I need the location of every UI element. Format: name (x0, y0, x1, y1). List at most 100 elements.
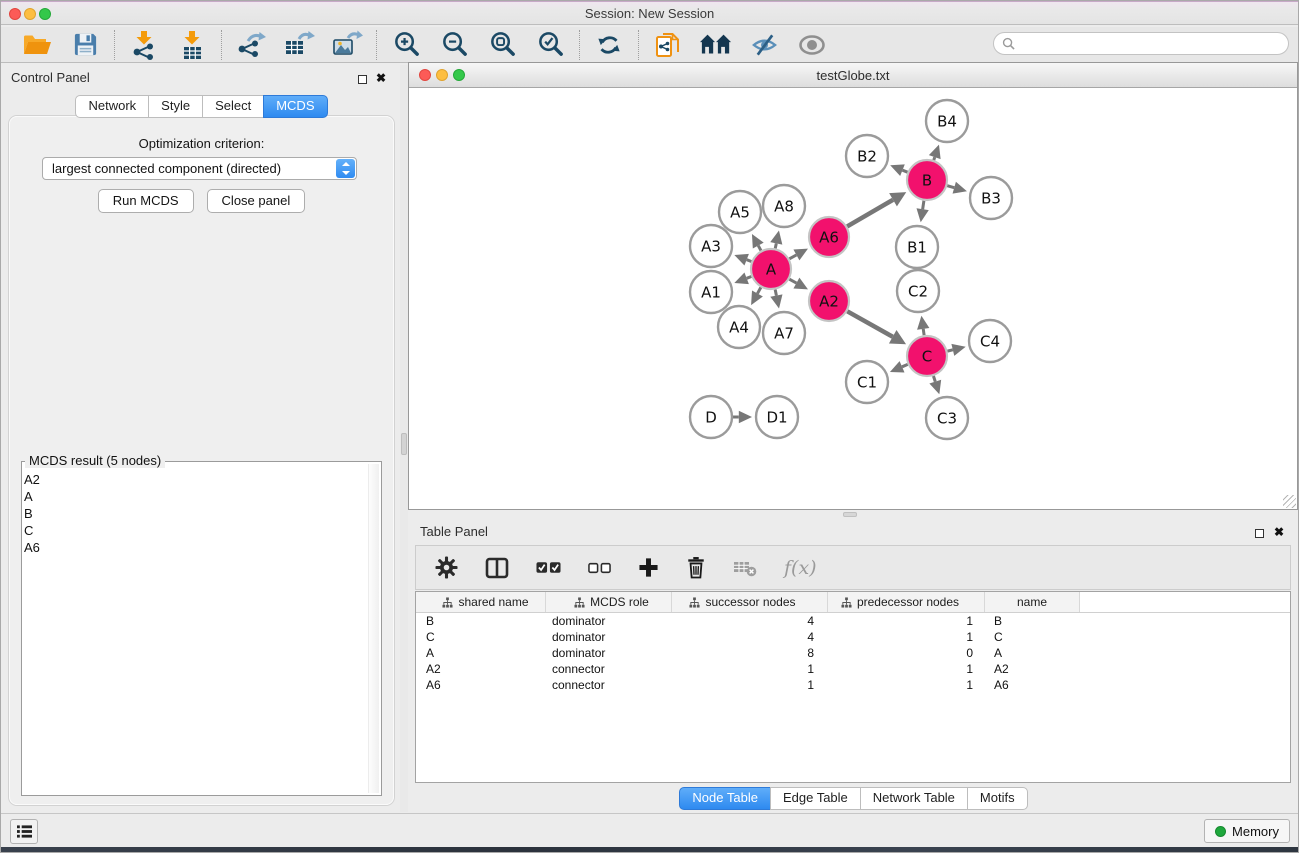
column-header-name[interactable]: name (985, 592, 1080, 612)
graph-node-label: A1 (701, 284, 721, 302)
graph-node-label: B (922, 172, 932, 190)
graph-edge-A2-C[interactable] (847, 311, 892, 336)
table-row[interactable]: B dominator 4 1 B (416, 613, 1290, 629)
search-input[interactable] (1020, 35, 1288, 53)
graph-edge-B-B2[interactable] (902, 170, 907, 172)
graph-edge-A-A1[interactable] (747, 277, 752, 279)
graph-edge-arrowhead (739, 411, 752, 423)
result-item[interactable]: A2 (24, 471, 367, 488)
tab-node-table[interactable]: Node Table (679, 787, 771, 810)
graph-edge-A-A2[interactable] (789, 279, 796, 283)
graph-node-label: A8 (774, 198, 794, 216)
table-row[interactable]: A6 connector 1 1 A6 (416, 677, 1290, 693)
result-item[interactable]: A (24, 488, 367, 505)
graph-node-label: D1 (766, 409, 787, 427)
hide-graphics-details-icon[interactable] (748, 29, 780, 61)
panel-split-divider[interactable] (400, 65, 408, 812)
table-panel-tabs: Node Table Edge Table Network Table Moti… (408, 787, 1299, 810)
function-builder-icon[interactable]: f(x) (784, 557, 817, 579)
refresh-icon[interactable] (593, 29, 625, 61)
graph-edge-C-C3[interactable] (933, 376, 935, 382)
global-search-field[interactable] (993, 32, 1289, 55)
result-item[interactable]: B (24, 505, 367, 522)
table-row[interactable]: A2 connector 1 1 A2 (416, 661, 1290, 677)
task-history-button[interactable] (10, 819, 38, 844)
search-icon (1002, 37, 1015, 50)
close-table-panel-icon[interactable]: ✖ (1274, 527, 1284, 538)
save-icon[interactable] (69, 29, 101, 61)
result-item[interactable]: A6 (24, 539, 367, 556)
tab-edge-table[interactable]: Edge Table (770, 787, 861, 810)
graph-edge-arrowhead (951, 344, 965, 356)
eye-icon[interactable] (796, 29, 828, 61)
delete-table-icon[interactable] (733, 559, 757, 577)
open-folder-icon[interactable] (21, 29, 53, 61)
graph-edge-arrowhead (770, 230, 782, 244)
graph-edge-arrowhead (929, 380, 941, 394)
result-scrollbar[interactable] (368, 464, 379, 793)
graph-node-label: A6 (819, 229, 839, 247)
tab-select[interactable]: Select (202, 95, 264, 118)
attribute-tree-icon (574, 597, 585, 608)
graph-edge-C-C4[interactable] (947, 350, 952, 351)
column-header-mcds-role[interactable]: MCDS role (546, 592, 672, 612)
export-network-icon[interactable] (235, 29, 267, 61)
graph-edge-A-A8[interactable] (775, 243, 776, 248)
import-network-icon[interactable] (128, 29, 160, 61)
status-bar: Memory (0, 813, 1299, 847)
tab-motifs[interactable]: Motifs (967, 787, 1028, 810)
graph-edge-A-A3[interactable] (747, 260, 752, 262)
float-panel-icon[interactable] (358, 71, 367, 89)
column-header-shared-name[interactable]: shared name (416, 592, 546, 612)
tab-network[interactable]: Network (75, 95, 149, 118)
graph-edge-arrowhead (929, 145, 941, 159)
column-header-successor-nodes[interactable]: successor nodes (672, 592, 828, 612)
show-column-panel-icon[interactable] (485, 557, 509, 579)
tab-style[interactable]: Style (148, 95, 203, 118)
column-header-predecessor-nodes[interactable]: predecessor nodes (828, 592, 985, 612)
graph-edge-A-A6[interactable] (789, 255, 796, 259)
mcds-result-list[interactable]: A2 A B C A6 (24, 465, 367, 793)
graph-edge-A6-B[interactable] (847, 200, 893, 227)
export-image-icon[interactable] (331, 29, 363, 61)
horizontal-split-handle[interactable] (843, 512, 857, 517)
table-row[interactable]: C dominator 4 1 C (416, 629, 1290, 645)
zoom-fit-icon[interactable] (486, 29, 518, 61)
graph-node-label: A2 (819, 293, 839, 311)
close-panel-button[interactable]: Close panel (207, 189, 306, 213)
zoom-out-icon[interactable] (438, 29, 470, 61)
tab-mcds[interactable]: MCDS (263, 95, 327, 118)
optimization-criterion-dropdown[interactable]: largest connected component (directed) (42, 157, 357, 180)
graph-edge-B-B3[interactable] (947, 186, 954, 188)
graph-edge-A-A4[interactable] (757, 287, 760, 293)
home-icon[interactable] (700, 29, 732, 61)
graph-edge-C-C1[interactable] (902, 364, 908, 366)
window-resize-grip[interactable] (1283, 495, 1296, 508)
result-item[interactable]: C (24, 522, 367, 539)
graph-edge-B-B1[interactable] (923, 201, 924, 209)
delete-column-trash-icon[interactable] (686, 556, 706, 579)
run-mcds-button[interactable]: Run MCDS (98, 189, 194, 213)
graph-edge-A-A7[interactable] (775, 290, 776, 296)
memory-button[interactable]: Memory (1204, 819, 1290, 843)
control-panel-title: Control Panel (11, 70, 90, 85)
import-table-icon[interactable] (176, 29, 208, 61)
network-canvas[interactable]: B4B2BB3A8A5A6A3B1AA1C2A2A4A7C4CC1C3DD1 (409, 89, 1297, 509)
tab-network-table[interactable]: Network Table (860, 787, 968, 810)
new-session-from-network-icon[interactable] (652, 29, 684, 61)
graph-edge-C-C2[interactable] (923, 329, 924, 335)
create-column-plus-icon[interactable] (638, 557, 659, 578)
deselect-all-columns-icon[interactable] (588, 562, 611, 574)
network-window-titlebar[interactable]: testGlobe.txt (409, 63, 1297, 88)
graph-edge-A-A5[interactable] (758, 246, 761, 251)
close-panel-icon[interactable]: ✖ (376, 73, 386, 84)
zoom-in-icon[interactable] (390, 29, 422, 61)
table-row[interactable]: A dominator 8 0 A (416, 645, 1290, 661)
table-settings-gear-icon[interactable] (435, 556, 458, 579)
export-table-icon[interactable] (283, 29, 315, 61)
graph-edge-B-B4[interactable] (934, 157, 935, 160)
zoom-selected-icon[interactable] (534, 29, 566, 61)
float-table-panel-icon[interactable] (1255, 525, 1264, 543)
attribute-tree-icon (689, 597, 700, 608)
select-all-columns-icon[interactable] (536, 561, 561, 574)
